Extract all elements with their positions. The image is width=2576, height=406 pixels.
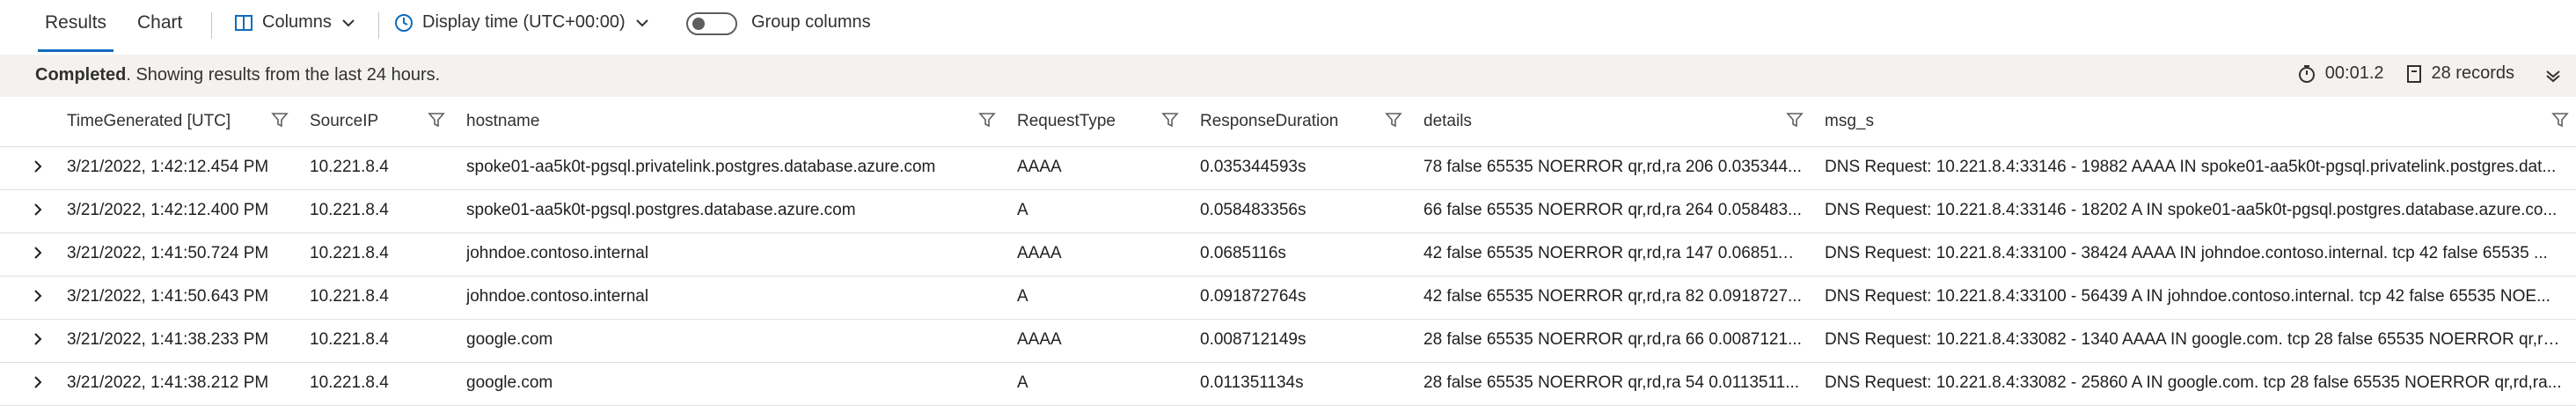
cell-msg-s: DNS Request: 10.221.8.4:33146 - 19882 AA… — [1825, 158, 2557, 176]
clock-icon — [394, 13, 413, 33]
table-row[interactable]: 3/21/2022, 1:41:50.724 PM 10.221.8.4 joh… — [0, 233, 2576, 277]
cell-msg-s: DNS Request: 10.221.8.4:33100 - 38424 AA… — [1825, 244, 2548, 262]
table-row[interactable]: 3/21/2022, 1:42:12.454 PM 10.221.8.4 spo… — [0, 147, 2576, 190]
records-value: 28 records — [2431, 63, 2515, 83]
cell-details: 42 false 65535 NOERROR qr,rd,ra 82 0.091… — [1423, 287, 1802, 306]
tab-chart[interactable]: Chart — [135, 12, 184, 33]
cell-responseduration: 0.011351134s — [1200, 373, 1304, 392]
cell-msg-s: DNS Request: 10.221.8.4:33100 - 56439 A … — [1825, 287, 2550, 306]
chevron-down-icon — [634, 15, 650, 31]
status-stats: 00:01.2 28 records — [2287, 63, 2514, 84]
filter-icon[interactable] — [1161, 111, 1179, 133]
table-row[interactable]: 3/21/2022, 1:41:38.233 PM 10.221.8.4 goo… — [0, 320, 2576, 363]
filter-icon[interactable] — [1385, 111, 1402, 133]
cell-msg-s: DNS Request: 10.221.8.4:33082 - 25860 A … — [1825, 373, 2562, 392]
cell-responseduration: 0.008712149s — [1200, 330, 1306, 349]
cell-hostname: johndoe.contoso.internal — [466, 244, 649, 262]
cell-requesttype: A — [1017, 287, 1028, 306]
cell-hostname: google.com — [466, 330, 553, 349]
grid-header-row: TimeGenerated [UTC] SourceIP hostname Re… — [0, 99, 2576, 147]
cell-hostname: johndoe.contoso.internal — [466, 287, 649, 306]
cell-sourceip: 10.221.8.4 — [310, 158, 389, 176]
column-header-details[interactable]: details — [1423, 112, 1472, 131]
cell-msg-s: DNS Request: 10.221.8.4:33146 - 18202 A … — [1825, 201, 2558, 219]
chevron-right-icon[interactable] — [30, 374, 46, 395]
cell-hostname: spoke01-aa5k0t-pgsql.privatelink.postgre… — [466, 158, 936, 176]
cell-responseduration: 0.091872764s — [1200, 287, 1306, 306]
cell-details: 78 false 65535 NOERROR qr,rd,ra 206 0.03… — [1423, 158, 1802, 176]
cell-requesttype: AAAA — [1017, 158, 1062, 176]
column-header-msg-s[interactable]: msg_s — [1825, 112, 1874, 131]
toolbar-divider — [378, 12, 379, 39]
cell-responseduration: 0.035344593s — [1200, 158, 1306, 176]
cell-timegenerated: 3/21/2022, 1:41:50.643 PM — [67, 287, 269, 306]
cell-requesttype: A — [1017, 373, 1028, 392]
document-icon — [2405, 64, 2423, 84]
chevron-right-icon[interactable] — [30, 288, 46, 308]
status-message: Completed. Showing results from the last… — [35, 65, 440, 85]
cell-responseduration: 0.058483356s — [1200, 201, 1306, 219]
group-columns-label: Group columns — [751, 12, 871, 32]
filter-icon[interactable] — [1786, 111, 1804, 133]
cell-hostname: spoke01-aa5k0t-pgsql.postgres.database.a… — [466, 201, 856, 219]
cell-msg-s: DNS Request: 10.221.8.4:33082 - 1340 AAA… — [1825, 330, 2564, 349]
filter-icon[interactable] — [978, 111, 996, 133]
cell-timegenerated: 3/21/2022, 1:41:50.724 PM — [67, 244, 269, 262]
results-toolbar: Results Chart Columns Display time (UTC+… — [0, 0, 2576, 53]
filter-icon[interactable] — [2551, 111, 2569, 133]
chevron-right-icon[interactable] — [30, 245, 46, 265]
column-header-responseduration[interactable]: ResponseDuration — [1200, 112, 1338, 131]
table-row[interactable]: 3/21/2022, 1:41:38.212 PM 10.221.8.4 goo… — [0, 363, 2576, 406]
group-columns-toggle[interactable] — [686, 12, 737, 35]
display-time-label: Display time (UTC+00:00) — [422, 12, 626, 32]
toolbar-divider — [211, 12, 212, 39]
cell-requesttype: AAAA — [1017, 330, 1062, 349]
chevron-right-icon[interactable] — [30, 159, 46, 179]
status-detail: . Showing results from the last 24 hours… — [126, 65, 441, 85]
cell-timegenerated: 3/21/2022, 1:41:38.212 PM — [67, 373, 269, 392]
cell-timegenerated: 3/21/2022, 1:41:38.233 PM — [67, 330, 269, 349]
table-row[interactable]: 3/21/2022, 1:41:50.643 PM 10.221.8.4 joh… — [0, 277, 2576, 320]
cell-sourceip: 10.221.8.4 — [310, 244, 389, 262]
cell-sourceip: 10.221.8.4 — [310, 287, 389, 306]
columns-icon — [234, 13, 253, 33]
columns-label: Columns — [262, 12, 332, 32]
query-status-bar: Completed. Showing results from the last… — [0, 55, 2576, 97]
stopwatch-icon — [2297, 64, 2316, 84]
cell-responseduration: 0.0685116s — [1200, 244, 1286, 262]
column-header-hostname[interactable]: hostname — [466, 112, 539, 131]
duration-value: 00:01.2 — [2324, 63, 2384, 83]
cell-timegenerated: 3/21/2022, 1:42:12.400 PM — [67, 201, 269, 219]
chevron-right-icon[interactable] — [30, 331, 46, 351]
cell-sourceip: 10.221.8.4 — [310, 373, 389, 392]
column-header-sourceip[interactable]: SourceIP — [310, 112, 378, 131]
cell-details: 28 false 65535 NOERROR qr,rd,ra 54 0.011… — [1423, 373, 1800, 392]
tab-results[interactable]: Results — [37, 12, 114, 52]
cell-requesttype: AAAA — [1017, 244, 1062, 262]
display-time-dropdown[interactable]: Display time (UTC+00:00) — [394, 12, 650, 33]
cell-details: 42 false 65535 NOERROR qr,rd,ra 147 0.06… — [1423, 244, 1802, 262]
cell-sourceip: 10.221.8.4 — [310, 201, 389, 219]
chevron-right-icon[interactable] — [30, 202, 46, 222]
column-header-requesttype[interactable]: RequestType — [1017, 112, 1116, 131]
collapse-chevron-icon[interactable] — [2543, 65, 2564, 91]
record-count: 28 records — [2405, 63, 2515, 84]
cell-sourceip: 10.221.8.4 — [310, 330, 389, 349]
table-row[interactable]: 3/21/2022, 1:42:12.400 PM 10.221.8.4 spo… — [0, 190, 2576, 233]
filter-icon[interactable] — [271, 111, 289, 133]
cell-hostname: google.com — [466, 373, 553, 392]
columns-button[interactable]: Columns — [234, 12, 356, 33]
cell-details: 66 false 65535 NOERROR qr,rd,ra 264 0.05… — [1423, 201, 1802, 219]
cell-timegenerated: 3/21/2022, 1:42:12.454 PM — [67, 158, 269, 176]
cell-details: 28 false 65535 NOERROR qr,rd,ra 66 0.008… — [1423, 330, 1802, 349]
column-header-timegenerated[interactable]: TimeGenerated [UTC] — [67, 112, 231, 131]
status-completed: Completed — [35, 65, 127, 85]
cell-requesttype: A — [1017, 201, 1028, 219]
query-duration: 00:01.2 — [2297, 63, 2384, 84]
filter-icon[interactable] — [428, 111, 445, 133]
chevron-down-icon — [340, 15, 356, 31]
